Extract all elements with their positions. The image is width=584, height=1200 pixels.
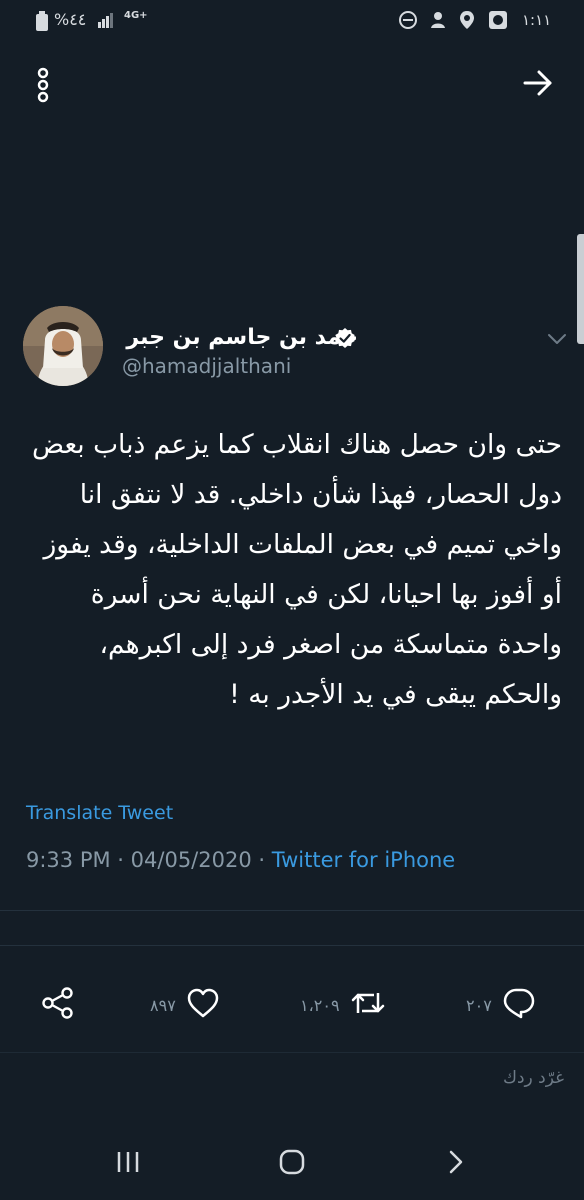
tweet-time: 9:33 PM bbox=[26, 848, 111, 872]
author-handle[interactable]: @hamadjjalthani bbox=[122, 354, 291, 378]
divider bbox=[0, 910, 584, 911]
chevron-down-icon bbox=[547, 330, 567, 349]
retweet-icon bbox=[350, 987, 386, 1023]
share-icon bbox=[40, 985, 76, 1025]
meta-separator: · bbox=[110, 848, 131, 872]
status-bar: ١:١١ %٤٤ 4G+ bbox=[0, 0, 584, 44]
tweet-metadata: 9:33 PM · 04/05/2020 · Twitter for iPhon… bbox=[26, 848, 455, 872]
arrow-right-icon bbox=[523, 70, 553, 100]
location-icon bbox=[458, 10, 476, 30]
network-type: 4G+ bbox=[124, 10, 148, 21]
retweet-count: ١،٢٠٩ bbox=[300, 995, 340, 1015]
dnd-icon bbox=[398, 10, 418, 30]
avatar[interactable] bbox=[23, 306, 103, 386]
reply-count: ٢٠٧ bbox=[466, 995, 492, 1015]
divider bbox=[0, 1052, 584, 1053]
like-button[interactable]: ٨٩٧ bbox=[150, 985, 220, 1025]
recent-apps-button[interactable] bbox=[98, 1142, 158, 1186]
more-vertical-icon bbox=[36, 67, 50, 107]
translate-tweet-link[interactable]: Translate Tweet bbox=[26, 802, 173, 824]
like-count: ٨٩٧ bbox=[150, 995, 176, 1015]
author-name[interactable]: حمد بن جاسم بن جبر bbox=[126, 325, 358, 350]
tweet-date: 04/05/2020 bbox=[130, 848, 252, 872]
chevron-right-icon bbox=[448, 1149, 464, 1179]
tweet-source-link[interactable]: Twitter for iPhone bbox=[272, 848, 456, 872]
status-time: ١:١١ bbox=[522, 11, 552, 29]
home-icon bbox=[278, 1148, 306, 1180]
recent-apps-icon bbox=[115, 1150, 141, 1178]
back-button[interactable] bbox=[516, 63, 560, 107]
reply-input[interactable]: غرّد ردك bbox=[503, 1068, 564, 1088]
signal-icon bbox=[98, 12, 114, 28]
tweet-text: حتى وان حصل هناك انقلاب كما يزعم ذباب بع… bbox=[32, 429, 562, 710]
tweet-menu-button[interactable] bbox=[540, 322, 574, 356]
verified-badge-icon bbox=[334, 327, 356, 349]
comment-icon bbox=[502, 987, 536, 1023]
heart-icon bbox=[186, 987, 220, 1023]
divider bbox=[0, 945, 584, 946]
reply-button[interactable]: ٢٠٧ bbox=[466, 985, 536, 1025]
battery-icon bbox=[36, 11, 48, 31]
more-options-button[interactable] bbox=[21, 65, 65, 109]
scrollbar-thumb[interactable] bbox=[577, 234, 584, 344]
home-button[interactable] bbox=[262, 1142, 322, 1186]
gallery-icon bbox=[488, 10, 508, 30]
share-button[interactable] bbox=[40, 985, 76, 1025]
meta-separator: · bbox=[251, 848, 272, 872]
battery-percent: %٤٤ bbox=[54, 10, 87, 29]
back-nav-button[interactable] bbox=[426, 1142, 486, 1186]
notification-icon bbox=[428, 10, 448, 30]
retweet-button[interactable]: ١،٢٠٩ bbox=[300, 985, 386, 1025]
